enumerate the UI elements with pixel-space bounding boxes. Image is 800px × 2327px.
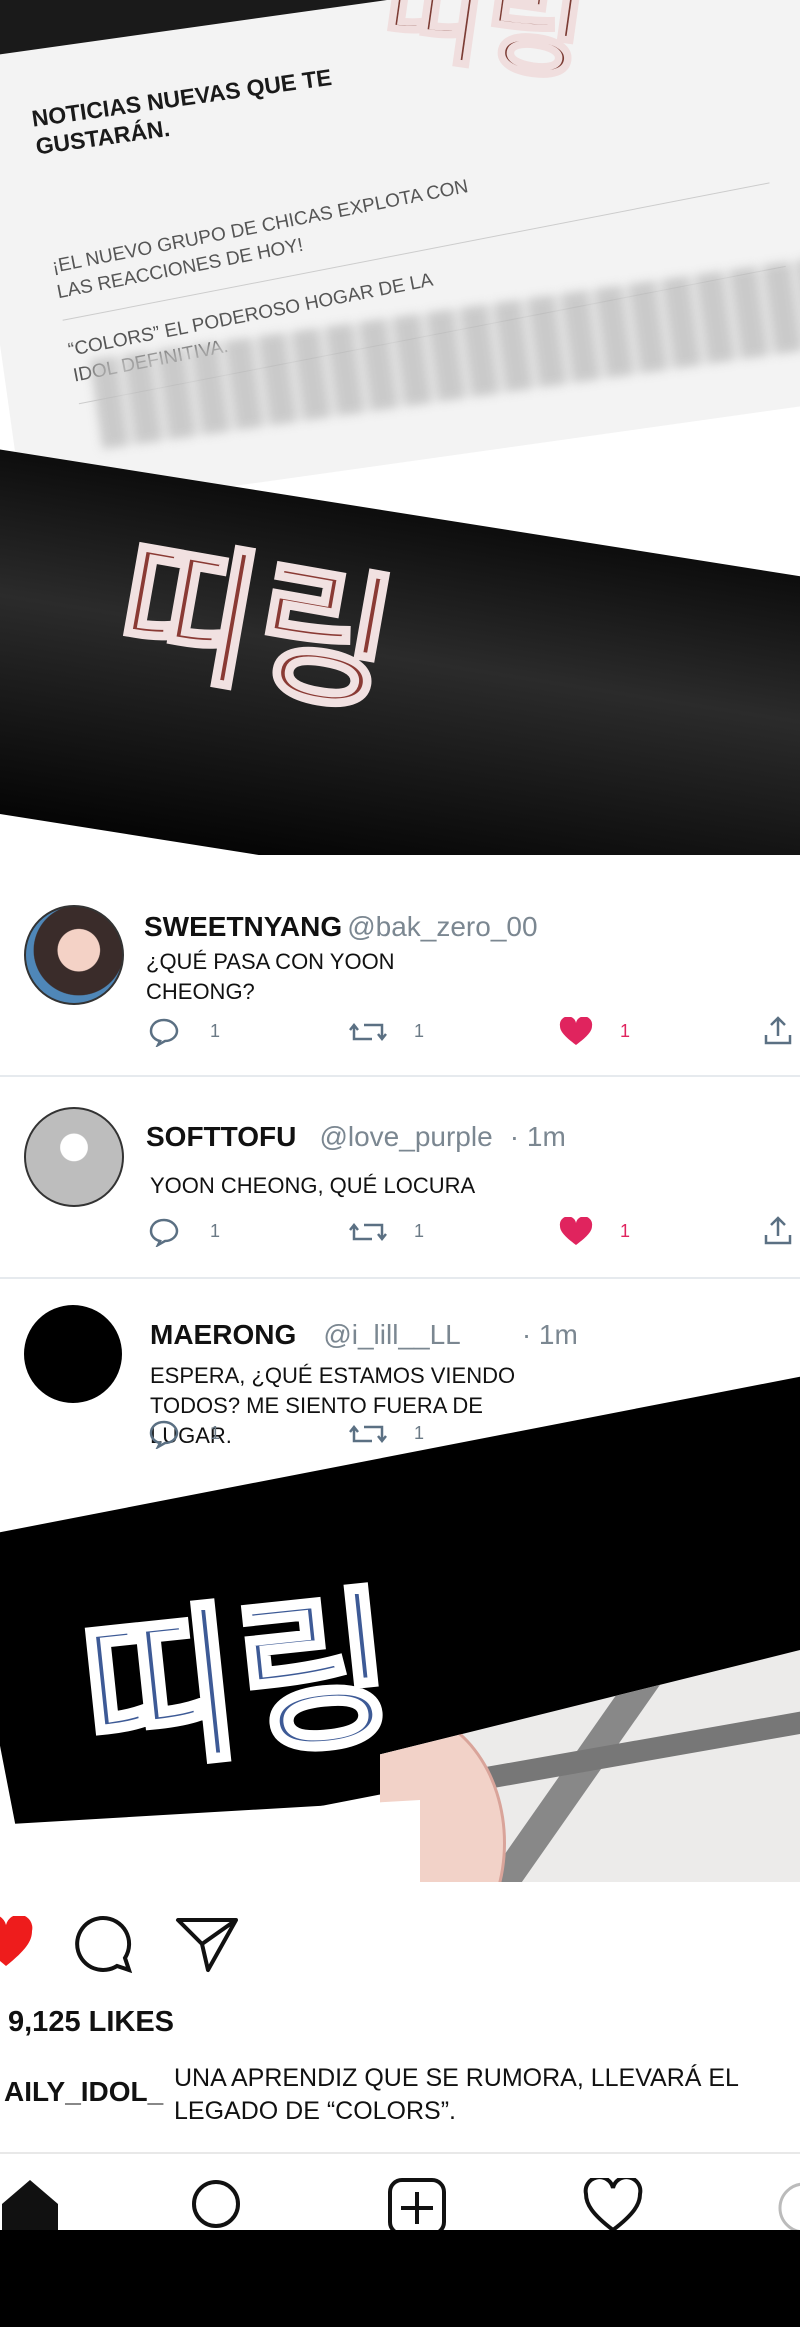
tweet-text: YOON CHEONG, QUÉ LOCURA xyxy=(150,1173,476,1198)
retweet-icon[interactable] xyxy=(348,1217,388,1247)
home-icon[interactable] xyxy=(0,2174,60,2232)
avatar[interactable] xyxy=(24,1107,124,1207)
send-icon[interactable] xyxy=(174,1914,240,1974)
retweet-count: 1 xyxy=(414,1221,425,1241)
like-icon[interactable] xyxy=(558,1217,594,1247)
reply-icon[interactable] xyxy=(148,1217,180,1247)
tweet-author-name[interactable]: SWEETNYANG xyxy=(144,911,342,942)
avatar[interactable] xyxy=(24,905,124,1005)
tweet-header: MAERONG @i_lill__LL · 1m xyxy=(150,1319,578,1351)
likes-count[interactable]: 9,125 LIKES xyxy=(8,2006,174,2039)
like-count: 1 xyxy=(620,1221,631,1241)
retweet-count: 1 xyxy=(414,1021,425,1041)
avatar[interactable] xyxy=(24,1305,122,1403)
reply-count: 1 xyxy=(210,1221,221,1241)
tweet-author-handle[interactable]: @i_lill__LL xyxy=(323,1319,460,1350)
bottom-black-bar xyxy=(0,2230,800,2327)
like-count: 1 xyxy=(620,1021,631,1041)
post-caption: UNA APRENDIZ QUE SE RUMORA, LLEVARÁ EL L… xyxy=(174,2064,739,2125)
window-frame xyxy=(470,1710,800,1792)
tweet[interactable]: SWEETNYANG @bak_zero_00 ¿QUÉ PASA CON YO… xyxy=(0,855,800,1075)
tweet-author-name[interactable]: SOFTTOFU xyxy=(146,1121,296,1152)
search-icon[interactable] xyxy=(190,2176,246,2232)
tweet-text: ¿QUÉ PASA CON YOON CHEONG? xyxy=(146,949,395,1004)
reply-count: 1 xyxy=(210,1021,221,1041)
tweet-header: SWEETNYANG @bak_zero_00 xyxy=(144,911,538,943)
instagram-post: 9,125 LIKES AILY_IDOL_ UNA APRENDIZ QUE … xyxy=(0,1882,800,2232)
add-post-icon[interactable] xyxy=(386,2176,448,2232)
post-username[interactable]: AILY_IDOL_ xyxy=(4,2076,163,2108)
reply-icon[interactable] xyxy=(148,1017,180,1047)
activity-heart-icon[interactable] xyxy=(582,2178,644,2232)
share-icon[interactable] xyxy=(762,1215,794,1247)
tweet-timestamp: · 1m xyxy=(509,1121,566,1152)
like-icon[interactable] xyxy=(558,1017,594,1047)
tweet-header: SOFTTOFU @love_purple · 1m xyxy=(146,1121,566,1153)
sfx-bottom: 띠링 xyxy=(70,1567,407,1802)
tweet[interactable]: SOFTTOFU @love_purple · 1m YOON CHEONG, … xyxy=(0,1077,800,1275)
bottom-nav xyxy=(0,2154,800,2232)
tweet-actions: 1 1 1 xyxy=(148,1015,798,1049)
retweet-count: 1 xyxy=(414,1423,425,1443)
heart-icon[interactable] xyxy=(0,1916,34,1968)
tweet-author-name[interactable]: MAERONG xyxy=(150,1319,296,1350)
comment-icon[interactable] xyxy=(72,1914,134,1974)
profile-icon[interactable] xyxy=(776,2180,800,2232)
reply-count: 1 xyxy=(210,1423,221,1443)
retweet-icon[interactable] xyxy=(348,1017,388,1047)
tweet-actions: 1 1 1 xyxy=(148,1215,798,1249)
share-icon[interactable] xyxy=(762,1015,794,1047)
tweet-author-handle[interactable]: @love_purple xyxy=(319,1121,492,1152)
retweet-icon[interactable] xyxy=(348,1419,388,1449)
tweet-author-handle[interactable]: @bak_zero_00 xyxy=(347,911,537,942)
tweet-timestamp: · 1m xyxy=(521,1319,578,1350)
reply-icon[interactable] xyxy=(148,1419,180,1449)
